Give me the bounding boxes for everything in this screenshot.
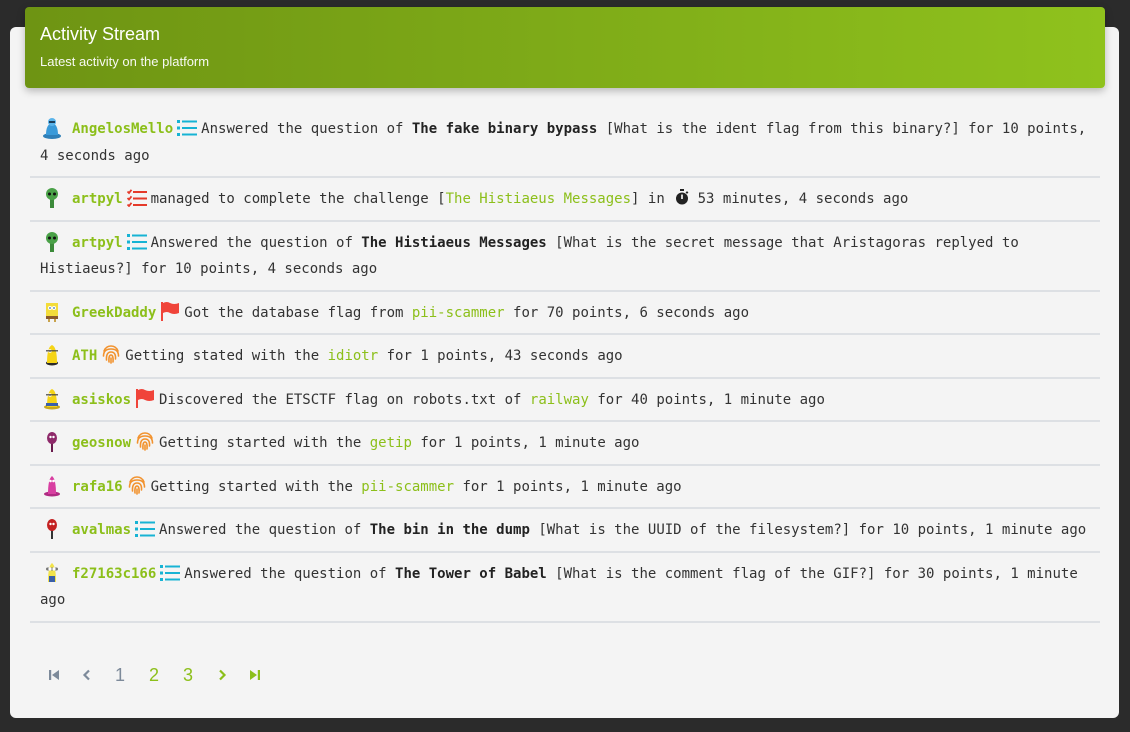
activity-text: [What is the UUID of the filesystem?] fo…	[529, 522, 1087, 538]
list-item: GreekDaddy Got the database flag from pii…	[30, 292, 1100, 335]
fingerprint-icon	[128, 475, 145, 495]
activity-text: 53 minutes, 4 seconds ago	[689, 191, 909, 207]
activity-text: managed to complete the challenge [	[150, 191, 446, 207]
page-1-current[interactable]: 1	[103, 665, 137, 686]
activity-text: Discovered the ETSCTF flag on robots.txt…	[159, 391, 530, 408]
flag-icon	[136, 388, 155, 408]
avatar[interactable]	[40, 185, 64, 209]
avatar[interactable]	[40, 386, 64, 410]
stopwatch-icon	[676, 189, 689, 205]
username-link[interactable]: asiskos	[72, 392, 131, 408]
avatar[interactable]	[40, 229, 64, 253]
activity-text: Answered the question of	[150, 234, 362, 251]
list-item: avalmas Answered the question of The bin …	[30, 509, 1100, 553]
activity-text: Got the database flag from	[184, 304, 412, 321]
activity-text: Getting started with the	[150, 478, 362, 495]
challenge-link[interactable]: pii-scammer	[361, 479, 454, 495]
first-page-icon[interactable]	[37, 665, 70, 686]
avatar[interactable]	[40, 429, 64, 453]
activity-text: for 70 points, 6 seconds ago	[504, 304, 750, 321]
activity-text: Getting started with the	[159, 435, 370, 451]
username-link[interactable]: avalmas	[72, 522, 131, 538]
list-item: rafa16 Getting started with the pii-scamm…	[30, 466, 1100, 509]
username-link[interactable]: artpyl	[72, 191, 123, 207]
fingerprint-icon	[102, 345, 120, 364]
list-item: artpyl managed to complete the challenge …	[30, 178, 1100, 222]
page-3-link[interactable]: 3	[171, 665, 205, 686]
username-link[interactable]: ATH	[72, 348, 97, 364]
avatar[interactable]	[40, 342, 64, 366]
username-link[interactable]: AngelosMello	[72, 121, 173, 137]
challenge-link[interactable]: idiotr	[328, 348, 379, 364]
question-title: The fake binary bypass	[411, 121, 598, 137]
list-item: AngelosMello Answered the question of The…	[30, 108, 1100, 178]
challenge-link[interactable]: The Histiaeus Messages	[446, 191, 631, 207]
activity-text: for 1 points, 1 minute ago	[411, 435, 640, 451]
list-icon	[126, 233, 147, 250]
challenge-link[interactable]: pii-scammer	[412, 305, 505, 321]
activity-text: Answered the question of	[159, 522, 370, 538]
page-2-link[interactable]: 2	[137, 665, 171, 686]
list-item: asiskos Discovered the ETSCTF flag on rob…	[30, 379, 1100, 422]
username-link[interactable]: f27163c166	[72, 566, 156, 582]
username-link[interactable]: geosnow	[72, 435, 131, 451]
activity-text: Getting stated with the	[125, 348, 328, 364]
chevron-right-icon[interactable]	[205, 665, 238, 686]
pagination: 1 2 3	[37, 660, 271, 690]
activity-list: AngelosMello Answered the question of The…	[30, 108, 1100, 623]
list-item: ATH Getting stated with the idiotr for 1 …	[30, 335, 1100, 379]
activity-text: Answered the question of	[184, 565, 396, 582]
activity-text: ] in	[631, 191, 674, 207]
page-title: Activity Stream	[40, 24, 161, 44]
avatar[interactable]	[40, 560, 64, 584]
question-title: The Tower of Babel	[395, 565, 547, 582]
last-page-icon[interactable]	[238, 665, 271, 686]
challenge-link[interactable]: railway	[530, 392, 589, 408]
avatar[interactable]	[40, 115, 64, 139]
username-link[interactable]: artpyl	[72, 235, 123, 251]
activity-text: for 40 points, 1 minute ago	[588, 391, 825, 408]
avatar[interactable]	[40, 516, 64, 540]
checklist-icon	[126, 189, 147, 207]
question-title: The Histiaeus Messages	[361, 234, 547, 251]
list-item: artpyl Answered the question of The Histi…	[30, 222, 1100, 292]
challenge-link[interactable]: getip	[370, 435, 412, 451]
username-link[interactable]: rafa16	[72, 479, 123, 495]
list-item: f27163c166 Answered the question of The T…	[30, 553, 1100, 623]
page-subtitle: Latest activity on the platform	[40, 54, 210, 69]
activity-text: Answered the question of	[201, 121, 412, 137]
avatar[interactable]	[40, 473, 64, 497]
list-icon	[177, 120, 198, 136]
question-title: The bin in the dump	[369, 522, 530, 538]
activity-text: for 1 points, 43 seconds ago	[378, 348, 623, 364]
fingerprint-icon	[136, 432, 154, 451]
avatar[interactable]	[40, 299, 64, 323]
list-icon	[135, 521, 156, 537]
list-item: geosnow Getting started with the getip fo…	[30, 422, 1100, 466]
list-icon	[160, 564, 181, 581]
flag-icon	[161, 301, 180, 321]
chevron-left-icon[interactable]	[70, 665, 103, 686]
activity-text: for 1 points, 1 minute ago	[454, 478, 682, 495]
username-link[interactable]: GreekDaddy	[72, 305, 156, 321]
card-header: Activity Stream Latest activity on the p…	[25, 7, 1105, 88]
